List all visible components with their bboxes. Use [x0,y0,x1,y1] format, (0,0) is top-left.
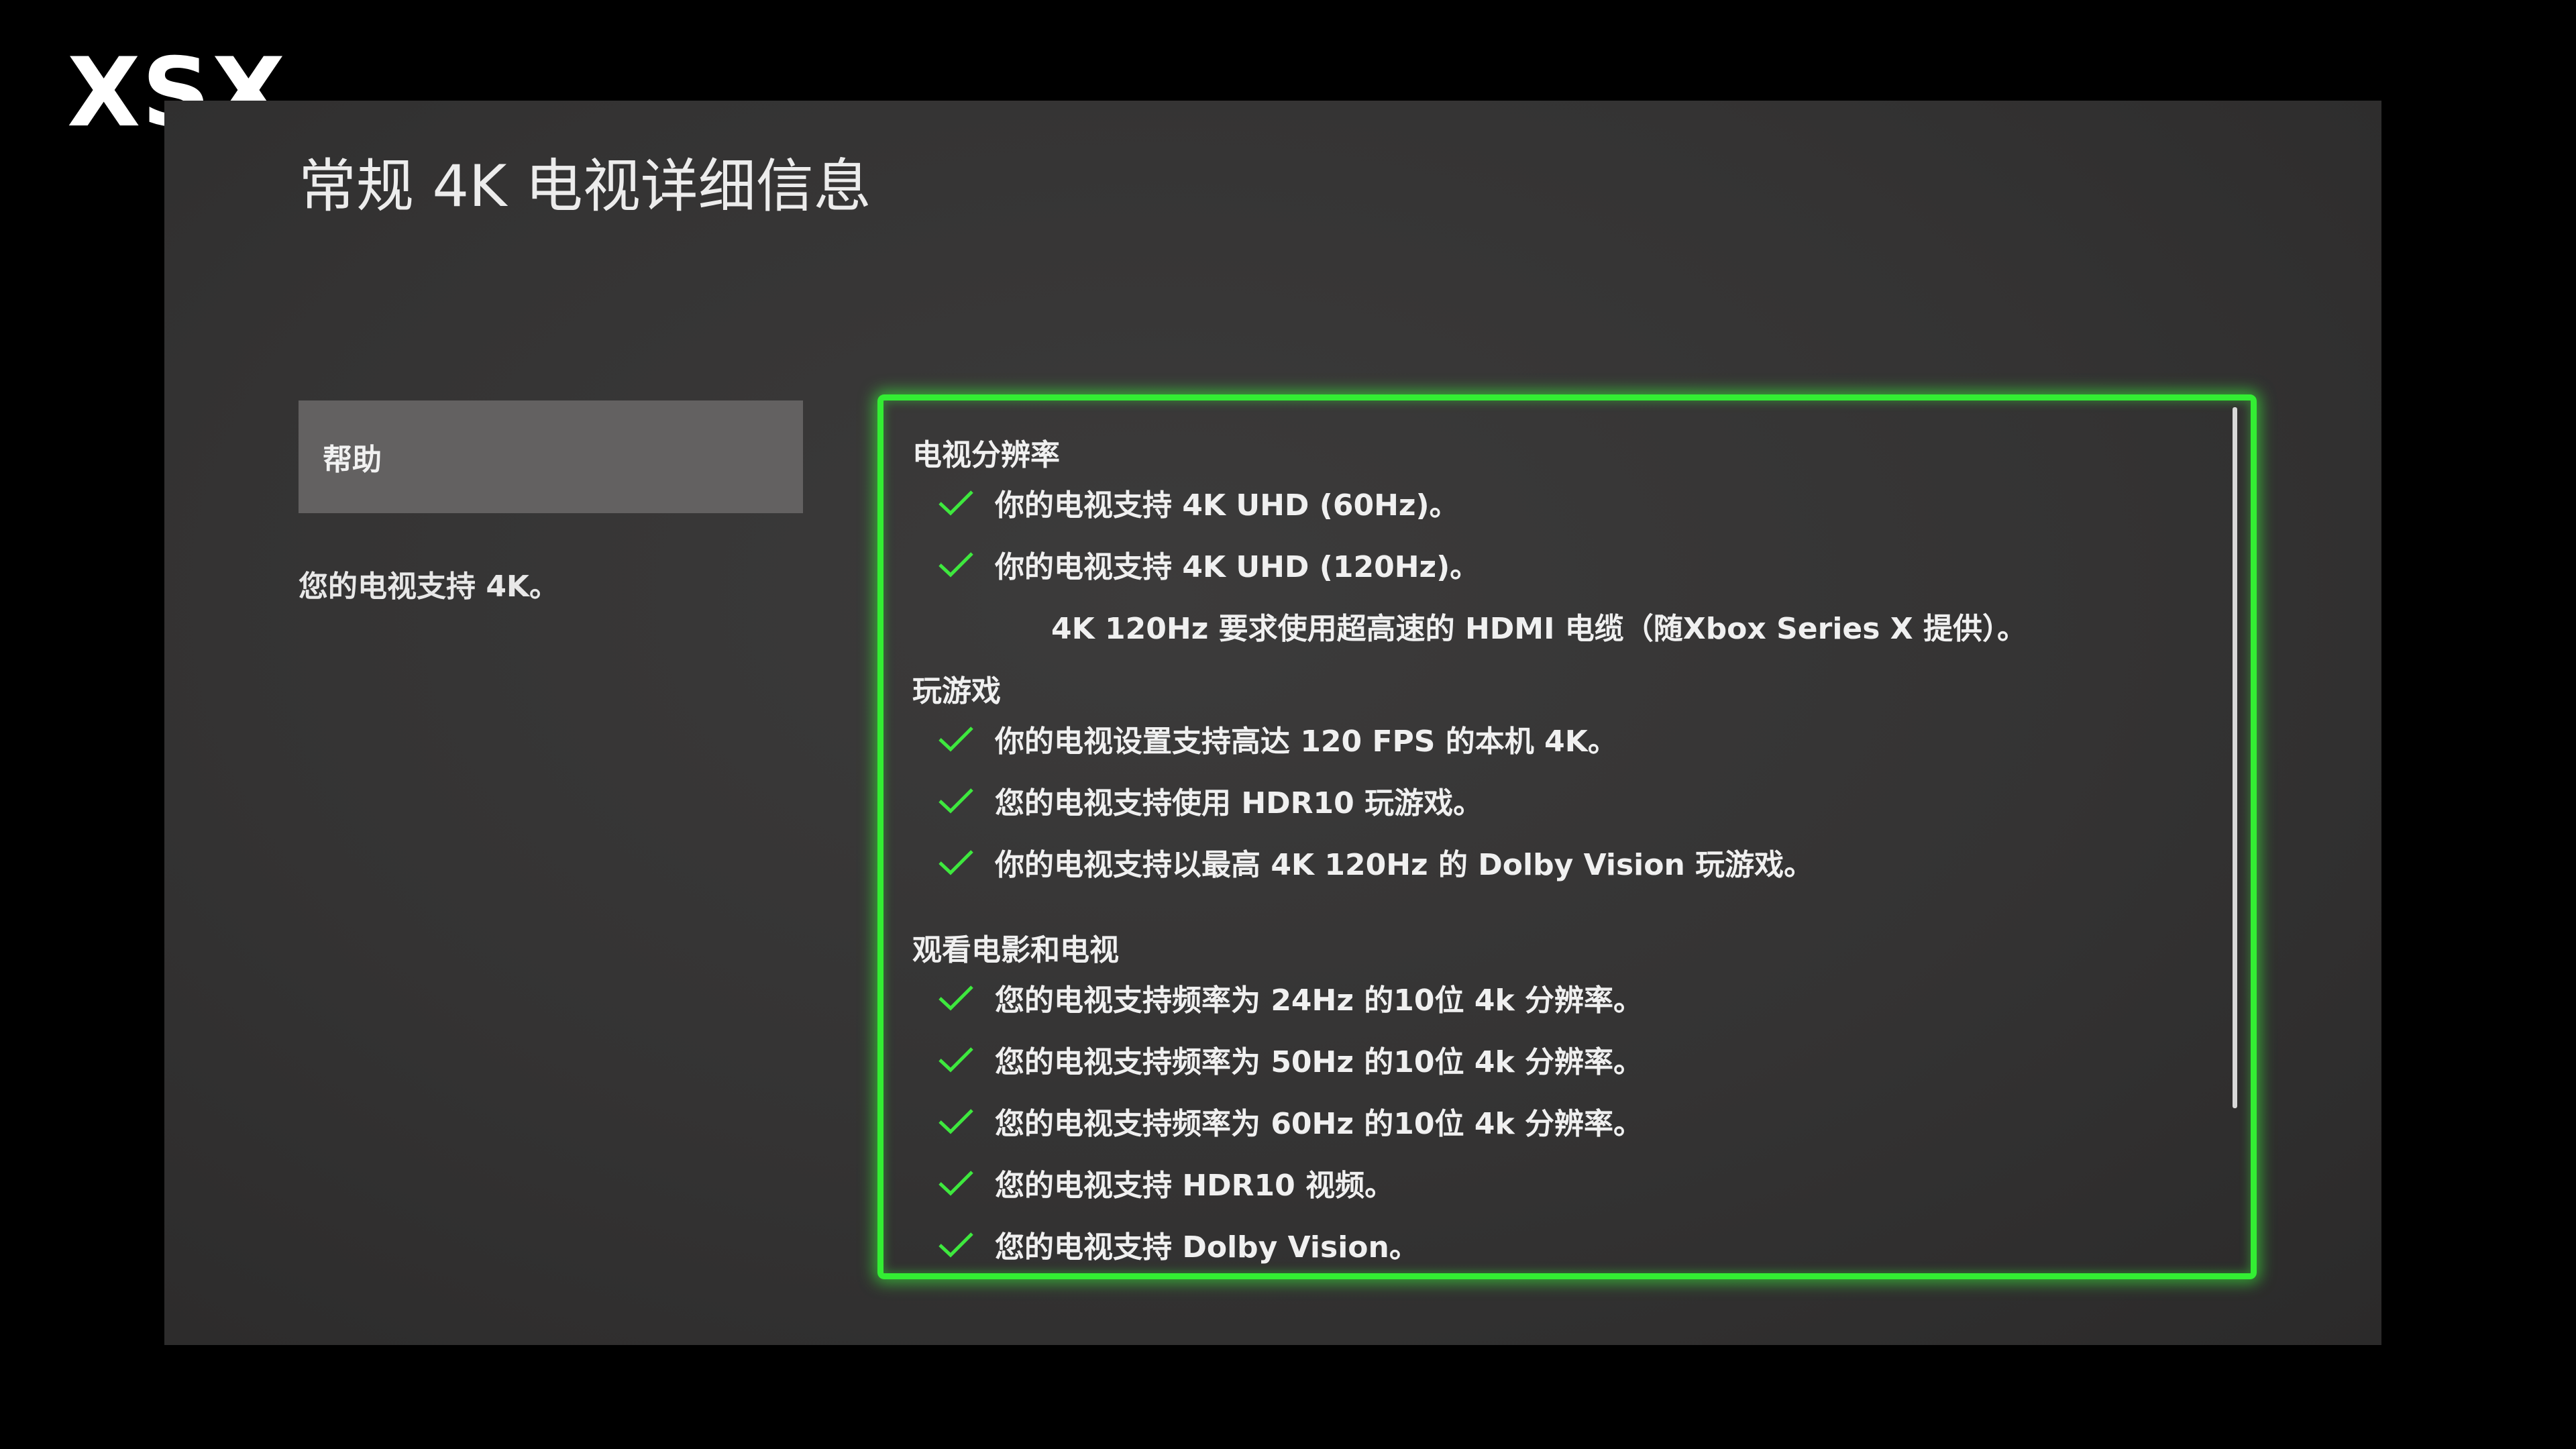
tv-screen: 常规 4K 电视详细信息 帮助 您的电视支持 4K。 电视分辨率 你的电视支持 … [164,101,2381,1345]
list-item-label: 您的电视支持 Dolby Vision。 [995,1230,1419,1265]
scrollbar[interactable] [2233,407,2237,1108]
check-icon [938,1047,973,1073]
list-item: 您的电视支持 Dolby Vision。 [937,1223,1419,1266]
list-item: 你的电视设置支持高达 120 FPS 的本机 4K。 [937,717,1617,760]
photo-background: XSX 常规 4K 电视详细信息 帮助 您的电视支持 4K。 电视分辨率 你的电… [0,0,2576,1449]
list-item: 你的电视支持 4K UHD (120Hz)。 [937,543,1479,586]
list-item-label: 您的电视支持频率为 24Hz 的10位 4k 分辨率。 [995,983,1644,1018]
list-item-label: 您的电视支持使用 HDR10 玩游戏。 [995,786,1483,820]
list-item-label: 你的电视支持 4K UHD (120Hz)。 [995,550,1480,584]
check-icon [938,552,973,578]
list-item: 您的电视支持频率为 24Hz 的10位 4k 分辨率。 [937,976,1643,1019]
list-item: 您的电视支持 HDR10 视频。 [937,1161,1394,1204]
list-item: 您的电视支持频率为 50Hz 的10位 4k 分辨率。 [937,1038,1643,1081]
check-icon [938,1232,973,1258]
list-item-label: 您的电视支持 HDR10 视频。 [995,1169,1395,1203]
check-icon [938,850,973,875]
section-title-resolution: 电视分辨率 [912,438,1060,472]
list-item: 您的电视支持频率为 60Hz 的10位 4k 分辨率。 [937,1099,1643,1142]
section-title-gaming: 玩游戏 [912,674,1001,708]
list-item-label: 您的电视支持频率为 50Hz 的10位 4k 分辨率。 [995,1045,1644,1079]
check-icon [938,788,973,814]
summary-text: 您的电视支持 4K。 [299,570,559,604]
check-icon [938,985,973,1011]
list-item: 你的电视支持 4K UHD (60Hz)。 [937,481,1459,524]
check-icon [938,1109,973,1134]
section-title-movies: 观看电影和电视 [912,933,1119,967]
list-item: 您的电视支持使用 HDR10 玩游戏。 [937,779,1483,822]
list-item: 你的电视支持以最高 4K 120Hz 的 Dolby Vision 玩游戏。 [937,841,1813,883]
page-title: 常规 4K 电视详细信息 [299,153,871,220]
details-panel[interactable]: 电视分辨率 你的电视支持 4K UHD (60Hz)。 你的电视支持 4K UH… [877,394,2257,1279]
help-button-label: 帮助 [323,443,382,477]
list-item-label: 你的电视设置支持高达 120 FPS 的本机 4K。 [995,724,1617,759]
check-icon [938,727,973,752]
list-item-label: 你的电视支持 4K UHD (60Hz)。 [995,488,1459,523]
check-icon [938,1171,973,1196]
list-item-label: 您的电视支持频率为 60Hz 的10位 4k 分辨率。 [995,1107,1644,1141]
help-button[interactable]: 帮助 [299,400,803,513]
list-item-label: 你的电视支持以最高 4K 120Hz 的 Dolby Vision 玩游戏。 [995,848,1814,882]
check-icon [938,490,973,516]
hdmi-cable-note: 4K 120Hz 要求使用超高速的 HDMI 电缆（随Xbox Series X… [1051,612,2027,646]
